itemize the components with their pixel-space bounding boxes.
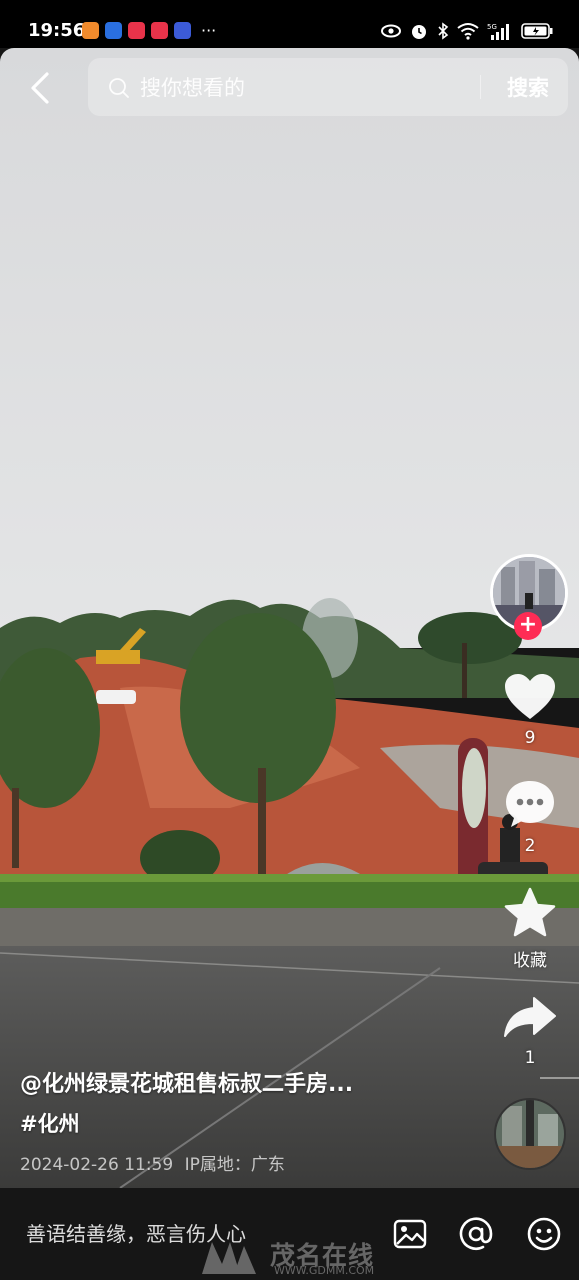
watermark-url: WWW.GDMM.COM xyxy=(274,1264,375,1277)
cellular-signal-icon: 5G xyxy=(487,23,509,40)
search-button[interactable]: 搜索 xyxy=(490,67,566,107)
search-bar[interactable]: 搜索 xyxy=(88,58,568,116)
eye-icon xyxy=(381,24,401,38)
hashtag[interactable]: #化州 xyxy=(20,1108,460,1138)
search-input[interactable] xyxy=(138,69,442,107)
favorite-button[interactable]: 收藏 xyxy=(495,886,565,971)
back-button[interactable] xyxy=(20,66,60,110)
status-bar: 19:56 ··· 5G xyxy=(0,0,579,48)
ip-location: IP属地：广东 xyxy=(184,1155,285,1175)
like-button[interactable]: 9 xyxy=(495,672,565,748)
app-notification-icon-4 xyxy=(151,22,168,39)
status-app-icons: ··· xyxy=(82,22,216,39)
at-sign-icon xyxy=(459,1217,493,1250)
share-count: 1 xyxy=(524,1048,536,1068)
mention-button[interactable] xyxy=(458,1216,494,1252)
app-notification-icon-5 xyxy=(174,22,191,39)
wifi-icon xyxy=(457,23,479,40)
app-notification-icon-2 xyxy=(105,22,122,39)
author-avatar[interactable]: + xyxy=(490,554,568,640)
battery-icon xyxy=(521,23,553,39)
watermark-logo: 茂名在线 WWW.GDMM.COM xyxy=(200,1232,400,1280)
comment-icon xyxy=(506,781,554,827)
favorite-label: 收藏 xyxy=(513,951,547,971)
bluetooth-icon xyxy=(438,22,449,40)
post-meta: 2024-02-26 11:59 IP属地：广东 xyxy=(20,1150,460,1175)
status-time: 19:56 xyxy=(28,20,86,41)
post-date: 2024-02-26 11:59 xyxy=(20,1155,174,1175)
emoji-button[interactable] xyxy=(526,1216,562,1252)
share-icon xyxy=(504,997,556,1037)
share-button[interactable]: 1 xyxy=(495,994,565,1068)
follow-button[interactable]: + xyxy=(514,612,542,640)
comment-button[interactable]: 2 xyxy=(495,778,565,856)
search-divider xyxy=(480,75,481,99)
author-name[interactable]: @化州绿景花城租售标叔二手房... xyxy=(20,1066,460,1098)
like-count: 9 xyxy=(524,728,536,748)
app-notification-icon-1 xyxy=(82,22,99,39)
search-icon xyxy=(109,78,129,98)
chevron-left-icon xyxy=(31,72,49,104)
svg-text:5G: 5G xyxy=(487,23,497,31)
heart-icon xyxy=(505,674,555,719)
alarm-icon xyxy=(412,25,426,39)
comment-count: 2 xyxy=(524,836,536,856)
star-icon xyxy=(504,887,556,937)
app-notification-icon-3 xyxy=(128,22,145,39)
video-caption: @化州绿景花城租售标叔二手房... #化州 2024-02-26 11:59 I… xyxy=(20,1066,460,1175)
music-disc[interactable] xyxy=(494,1098,566,1170)
watermark-mark-icon xyxy=(202,1242,256,1274)
emoji-icon xyxy=(527,1217,561,1251)
system-status-icons: 5G xyxy=(381,22,553,40)
more-notifications-icon: ··· xyxy=(201,21,217,40)
